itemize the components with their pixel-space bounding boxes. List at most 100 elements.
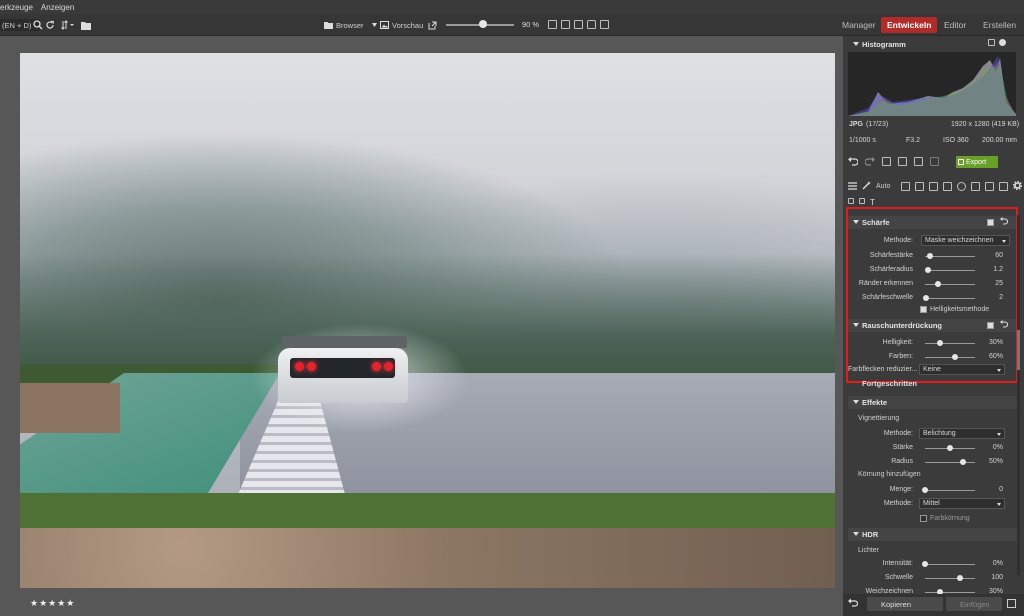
hdr-slider-handle[interactable] xyxy=(922,561,928,567)
tab-manager[interactable]: Manager xyxy=(836,17,882,33)
fullscreen-icon[interactable] xyxy=(561,20,570,29)
focal-length: 200.00 mm xyxy=(982,137,1018,144)
grain-method-select[interactable]: Mittel xyxy=(919,498,1005,509)
lock-icon[interactable] xyxy=(587,20,596,29)
external-open-icon[interactable] xyxy=(428,19,437,31)
auto-label[interactable]: Auto xyxy=(876,183,890,190)
advanced-header[interactable]: Fortgeschritten xyxy=(862,379,917,388)
zoom-value: 90 % xyxy=(522,20,540,29)
back-icon[interactable] xyxy=(848,598,859,610)
vignette-slider-handle[interactable] xyxy=(947,445,953,451)
text-box-icon[interactable] xyxy=(943,182,953,191)
tail-light-right xyxy=(384,362,393,371)
export-button[interactable]: Export xyxy=(956,156,998,168)
camera-icon[interactable] xyxy=(901,182,911,191)
redo-icon[interactable] xyxy=(864,157,875,168)
iso: ISO 360 xyxy=(943,137,969,144)
file-index: (17/23) xyxy=(866,121,889,128)
copy-settings-icon[interactable] xyxy=(898,157,907,166)
histogram-graph xyxy=(848,56,1016,116)
hdr-slider-track[interactable] xyxy=(925,592,975,593)
vignette-slider-value: 50% xyxy=(988,458,1003,465)
effects-header[interactable]: Effekte xyxy=(848,396,1018,409)
clipboard-icon[interactable] xyxy=(1007,599,1016,608)
vignette-slider-track[interactable] xyxy=(925,462,975,463)
vignette-slider-row: Radius 50% xyxy=(843,456,1013,468)
histogram xyxy=(848,52,1016,116)
hdr-slider-track[interactable] xyxy=(925,578,975,579)
shutter-speed: 1/1000 s xyxy=(849,137,876,144)
grid-icon[interactable] xyxy=(574,20,583,29)
color-grain-checkbox[interactable] xyxy=(920,515,927,522)
folder-add-icon[interactable] xyxy=(81,19,91,31)
vignette-slider-handle[interactable] xyxy=(959,459,966,465)
tail-light-left-inner xyxy=(307,362,316,371)
panel-scrollbar[interactable] xyxy=(1017,215,1020,575)
gradient-icon[interactable] xyxy=(985,182,995,191)
reset-icon[interactable] xyxy=(914,157,923,166)
menu-bar: erkzeuge Anzeigen xyxy=(0,0,1024,14)
tab-develop[interactable]: Entwickeln xyxy=(881,17,938,33)
paste-button[interactable]: Einfügen xyxy=(946,597,1002,611)
highlight-box xyxy=(846,207,1018,383)
rear-wing xyxy=(282,336,407,348)
menu-icon[interactable] xyxy=(848,181,857,192)
vignette-slider-value: 0% xyxy=(992,444,1003,451)
browser-button[interactable]: Browser xyxy=(324,19,364,31)
sort-icon[interactable] xyxy=(61,19,75,31)
compare-icon[interactable] xyxy=(600,20,609,29)
presets-icon[interactable] xyxy=(930,157,939,166)
tab-create[interactable]: Erstellen xyxy=(977,17,1022,33)
tail-light-right-inner xyxy=(372,362,381,371)
vignette-title: Vignettierung xyxy=(858,415,900,422)
gear-icon[interactable] xyxy=(1013,180,1023,192)
magic-wand-icon[interactable] xyxy=(862,181,871,192)
refresh-icon[interactable] xyxy=(45,19,55,31)
photo-preview[interactable] xyxy=(20,53,835,588)
tab-editor[interactable]: Editor xyxy=(938,17,972,33)
histogram-options xyxy=(988,39,1006,46)
grain-amount-track[interactable] xyxy=(925,490,975,491)
grain-title: Körnung hinzufügen xyxy=(858,471,921,478)
panel-scrollbar-thumb[interactable] xyxy=(1017,330,1020,370)
browser-icon xyxy=(324,22,333,29)
tail-light-left xyxy=(295,362,304,371)
grain-amount-handle[interactable] xyxy=(922,487,928,493)
preview-button[interactable]: Vorschau xyxy=(372,19,423,31)
compare-view-icon[interactable] xyxy=(882,157,891,166)
fit-icon[interactable] xyxy=(548,20,557,29)
settings-icon[interactable] xyxy=(999,39,1006,46)
vignette-method-row: Methode: Belichtung xyxy=(843,428,1013,440)
grain-amount-row: Menge: 0 xyxy=(889,486,1003,493)
grain-method-row: Methode: Mittel xyxy=(843,498,1013,510)
hdr-slider-label: Intensität: xyxy=(882,560,913,567)
text-tool-icon[interactable]: T xyxy=(870,198,875,207)
vignette-method-select[interactable]: Belichtung xyxy=(919,428,1005,439)
copy-button[interactable]: Kopieren xyxy=(867,597,943,611)
hdr-slider-row: Schwelle 100 xyxy=(843,572,1013,584)
image-icon xyxy=(380,21,389,29)
hdr-slider-track[interactable] xyxy=(925,564,975,565)
star-rating[interactable]: ★★★★★ xyxy=(30,598,75,609)
frame-icon[interactable] xyxy=(859,198,865,204)
menu-item-tools[interactable]: erkzeuge xyxy=(0,3,33,12)
menu-item-view[interactable]: Anzeigen xyxy=(41,3,74,12)
hdr-slider-value: 100 xyxy=(991,574,1003,581)
crop-icon[interactable] xyxy=(915,182,925,191)
pencil-icon[interactable] xyxy=(848,198,854,204)
transform-icon[interactable] xyxy=(929,182,939,191)
circle-select-icon[interactable] xyxy=(957,182,967,191)
pen-icon[interactable] xyxy=(999,182,1009,191)
search-icon[interactable] xyxy=(33,19,43,31)
brush-icon[interactable] xyxy=(971,182,981,191)
display-icon[interactable] xyxy=(988,39,995,46)
hdr-slider-handle[interactable] xyxy=(957,575,963,581)
aperture: F3.2 xyxy=(906,137,921,144)
chevron-down-icon xyxy=(372,23,377,27)
view-tools xyxy=(548,20,609,29)
adjustment-tools: Auto xyxy=(848,180,1023,192)
export-icon xyxy=(958,159,964,165)
undo-icon[interactable] xyxy=(848,157,859,168)
hdr-header[interactable]: HDR xyxy=(848,528,1018,541)
gravel-left xyxy=(20,383,120,433)
